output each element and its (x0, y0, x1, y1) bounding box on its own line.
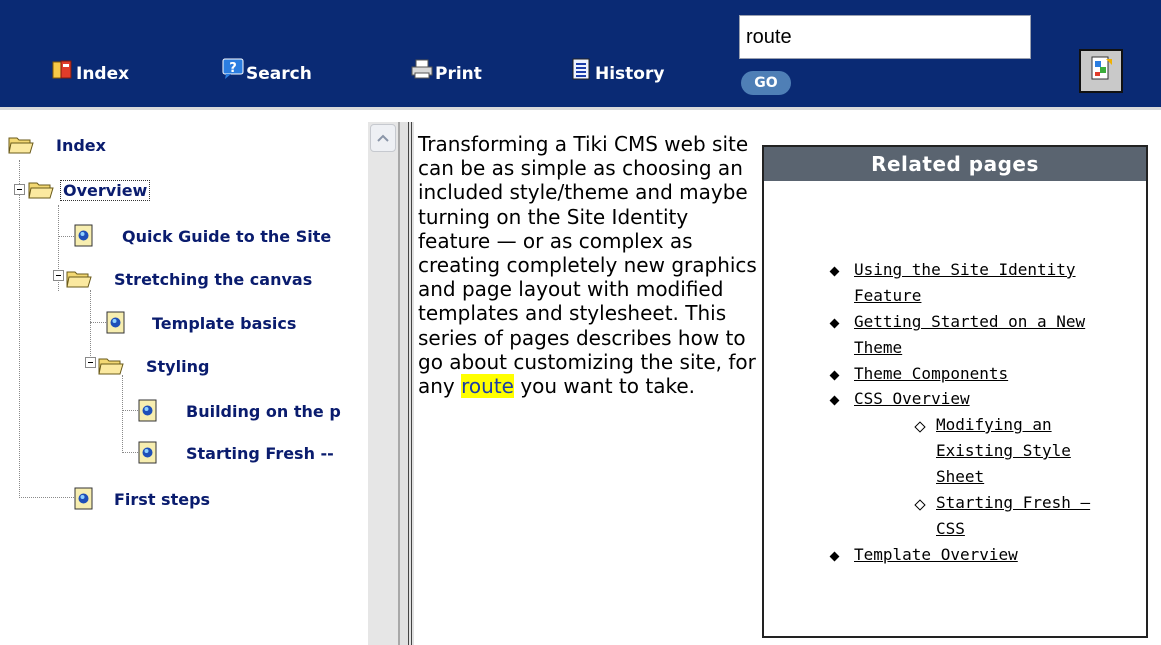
link-text[interactable]: Theme Components (854, 364, 1008, 383)
go-button[interactable]: GO (741, 71, 791, 95)
tree-label: Stretching the canvas (114, 269, 313, 289)
search-button[interactable]: ? Search (222, 50, 312, 84)
open-folder-icon (28, 180, 54, 200)
document-icon (106, 311, 126, 335)
collapse-toggle[interactable] (14, 184, 25, 195)
open-folder-icon (8, 135, 34, 155)
printer-icon (411, 58, 433, 80)
document-icon (74, 487, 94, 511)
chevron-up-icon (377, 134, 389, 142)
tree-item-overview[interactable]: Overview (28, 178, 151, 202)
bullet-icon (829, 395, 840, 406)
tree-item-styling[interactable]: Styling (98, 354, 368, 378)
tree-connector (90, 322, 106, 323)
related-pages-title: Related pages (764, 147, 1146, 181)
search-highlight: route (461, 374, 514, 399)
link-text[interactable]: CSS Overview (854, 389, 970, 408)
related-link-modifying-style[interactable]: Modifying an Existing Style Sheet (936, 412, 1071, 490)
tree-scrollbar[interactable] (368, 122, 398, 645)
link-text[interactable]: Using the Site Identity (854, 260, 1076, 279)
topic-text-start: Transforming a Tiki CMS web site can be … (418, 132, 757, 399)
related-link-css-overview[interactable]: CSS Overview (854, 386, 970, 412)
book-icon (52, 58, 74, 80)
related-link-site-identity[interactable]: Using the Site Identity Feature (854, 257, 1076, 309)
sync-button[interactable] (1079, 49, 1123, 93)
document-icon (138, 441, 158, 465)
related-link-starting-fresh-css[interactable]: Starting Fresh — CSS (936, 490, 1090, 542)
sync-icon (1088, 55, 1114, 87)
related-link-getting-started[interactable]: Getting Started on a New Theme (854, 309, 1085, 361)
index-label: Index (76, 64, 130, 84)
toolbar: Index ? Search Print History route GO (0, 0, 1161, 110)
collapse-toggle[interactable] (53, 270, 64, 281)
tree-label: Overview (60, 179, 151, 201)
sub-bullet-icon (914, 499, 926, 511)
open-folder-icon (66, 269, 92, 289)
tree-connector (122, 452, 138, 453)
tree-label: Template basics (152, 313, 297, 333)
bullet-icon (829, 370, 840, 381)
history-list-icon (571, 58, 593, 80)
search-input[interactable] (739, 15, 1031, 59)
tree-connector (19, 497, 74, 498)
tree-label: Starting Fresh -- (186, 443, 334, 463)
tree-label: First steps (114, 489, 211, 509)
svg-text:?: ? (229, 61, 237, 76)
link-text[interactable]: Getting Started on a New (854, 312, 1085, 331)
link-text[interactable]: Existing Style (936, 441, 1071, 460)
topic-text-end: you want to take. (513, 374, 695, 399)
link-text[interactable]: Sheet (936, 467, 984, 486)
print-button[interactable]: Print (411, 50, 482, 84)
link-text[interactable]: Theme (854, 338, 902, 357)
related-pages-box: Related pages Using the Site Identity Fe… (762, 145, 1148, 638)
pane-splitter-line (408, 122, 412, 645)
related-link-theme-components[interactable]: Theme Components (854, 361, 1008, 387)
tree-item-quick-guide[interactable]: Quick Guide to the Site (74, 223, 368, 249)
link-text[interactable]: Feature (854, 286, 921, 305)
print-label: Print (435, 64, 482, 84)
tree-label: Index (56, 135, 106, 155)
tree-item-starting-fresh[interactable]: Starting Fresh -- (138, 440, 368, 466)
document-icon (138, 399, 158, 423)
bullet-icon (829, 318, 840, 329)
tree-item-stretching-canvas[interactable]: Stretching the canvas (66, 267, 368, 291)
tree-item-template-basics[interactable]: Template basics (106, 310, 368, 336)
link-text[interactable]: Modifying an (936, 415, 1052, 434)
tree-connector (122, 375, 123, 453)
tree-label: Styling (146, 356, 210, 376)
tree-connector (19, 160, 20, 498)
tree-connector (122, 410, 138, 411)
tree-root-index[interactable]: Index (8, 133, 106, 157)
link-text[interactable]: Starting Fresh — (936, 493, 1090, 512)
tree-item-building-on[interactable]: Building on the p (138, 398, 368, 424)
document-icon (74, 224, 94, 248)
help-search-icon: ? (222, 58, 244, 80)
related-link-template-overview[interactable]: Template Overview (854, 542, 1018, 568)
collapse-toggle[interactable] (85, 357, 96, 368)
index-button[interactable]: Index (52, 50, 129, 84)
history-button[interactable]: History (571, 50, 664, 84)
scroll-up-button[interactable] (370, 124, 396, 152)
search-label: Search (246, 64, 312, 84)
bullet-icon (829, 551, 840, 562)
history-label: History (595, 64, 665, 84)
sub-bullet-icon (914, 421, 926, 433)
topic-body-text: Transforming a Tiki CMS web site can be … (418, 132, 763, 399)
tree-item-first-steps[interactable]: First steps (74, 486, 210, 512)
link-text[interactable]: CSS (936, 519, 965, 538)
link-text[interactable]: Template Overview (854, 545, 1018, 564)
bullet-icon (829, 266, 840, 277)
tree-label: Quick Guide to the Site (122, 226, 332, 246)
tree-label: Building on the p (186, 401, 341, 421)
open-folder-icon (98, 356, 124, 376)
tree-connector (58, 236, 74, 237)
